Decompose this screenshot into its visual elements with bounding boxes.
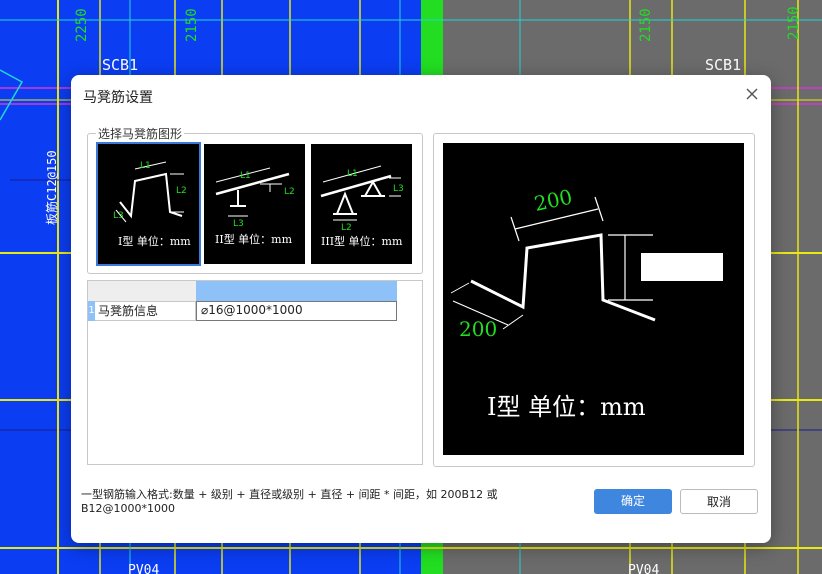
preview-diagram: 200 200 I型 单位：mm <box>450 184 723 421</box>
rebar-note: 板筋C12@150 <box>44 150 59 225</box>
group-label: 选择马凳筋图形 <box>96 125 185 142</box>
preview-caption: I型 单位：mm <box>487 393 646 421</box>
type-3-l2: L2 <box>341 223 352 233</box>
label-pv-left: PV04 <box>128 563 159 574</box>
type-2-l2: L2 <box>284 187 295 197</box>
row-number: 1 <box>88 301 95 321</box>
type-3-l3: L3 <box>393 184 404 194</box>
type-1-l3: L3 <box>113 211 124 221</box>
type-1-l1: L1 <box>140 161 151 171</box>
grid-header-value-column <box>196 281 397 301</box>
shape-selection-group: 选择马凳筋图形 L1 L2 L3 I型 单位：mm L1 L2 L3 II型 单… <box>87 125 423 274</box>
shape-type-2[interactable]: L1 L2 L3 II型 单位：mm <box>204 144 305 264</box>
label-pv-right: PV04 <box>628 563 659 574</box>
type-1-caption: I型 单位：mm <box>118 234 191 248</box>
label-scb1-left: SCB1 <box>102 56 138 74</box>
grid-header <box>88 281 397 302</box>
type-1-l2: L2 <box>176 186 187 196</box>
grid-cell-name: 马凳筋信息 <box>95 301 196 321</box>
dim-label-d: 2150 <box>786 6 802 40</box>
preview-dim-left: 200 <box>459 317 497 341</box>
preview-panel: 200 200 I型 单位：mm <box>433 133 755 467</box>
dim-label-c: 2150 <box>638 8 654 42</box>
dim-label-b: 2150 <box>184 8 200 42</box>
format-hint: 一型钢筋输入格式:数量 + 级别 + 直径或级别 + 直径 + 间距 * 间距，… <box>81 488 498 515</box>
dim-label-a: 2250 <box>74 8 90 42</box>
close-icon <box>746 88 758 100</box>
chair-rebar-dialog: 马凳筋设置 选择马凳筋图形 L1 L2 L3 I型 单位：mm L1 L2 L3… <box>71 75 771 543</box>
property-grid: 1 马凳筋信息 ⌀16@1000*1000 <box>87 280 423 465</box>
dialog-title: 马凳筋设置 <box>83 90 153 106</box>
grid-cell-value[interactable]: ⌀16@1000*1000 <box>196 301 397 321</box>
shape-type-1[interactable]: L1 L2 L3 I型 单位：mm <box>96 142 201 266</box>
label-scb1-right: SCB1 <box>705 56 741 74</box>
type-2-caption: II型 单位：mm <box>215 232 293 246</box>
close-button[interactable] <box>743 85 761 103</box>
cancel-button[interactable]: 取消 <box>680 489 758 514</box>
type-2-diagram: L1 L2 L3 II型 单位：mm <box>215 167 295 246</box>
preview-dim-box <box>641 253 723 281</box>
type-3-l1: L1 <box>347 169 358 179</box>
type-2-l1: L1 <box>240 171 251 181</box>
type-2-l3: L3 <box>233 219 244 229</box>
shape-type-3[interactable]: L1 L3 L2 III型 单位：mm <box>311 144 412 264</box>
type-3-caption: III型 单位：mm <box>321 234 403 248</box>
ok-button[interactable]: 确定 <box>594 489 672 514</box>
type-1-diagram: L1 L2 L3 I型 单位：mm <box>113 161 191 248</box>
cyan-shape <box>0 69 24 121</box>
preview-dim-top: 200 <box>532 184 574 215</box>
preview-canvas: 200 200 I型 单位：mm <box>443 143 744 455</box>
type-3-diagram: L1 L3 L2 III型 单位：mm <box>320 165 404 248</box>
